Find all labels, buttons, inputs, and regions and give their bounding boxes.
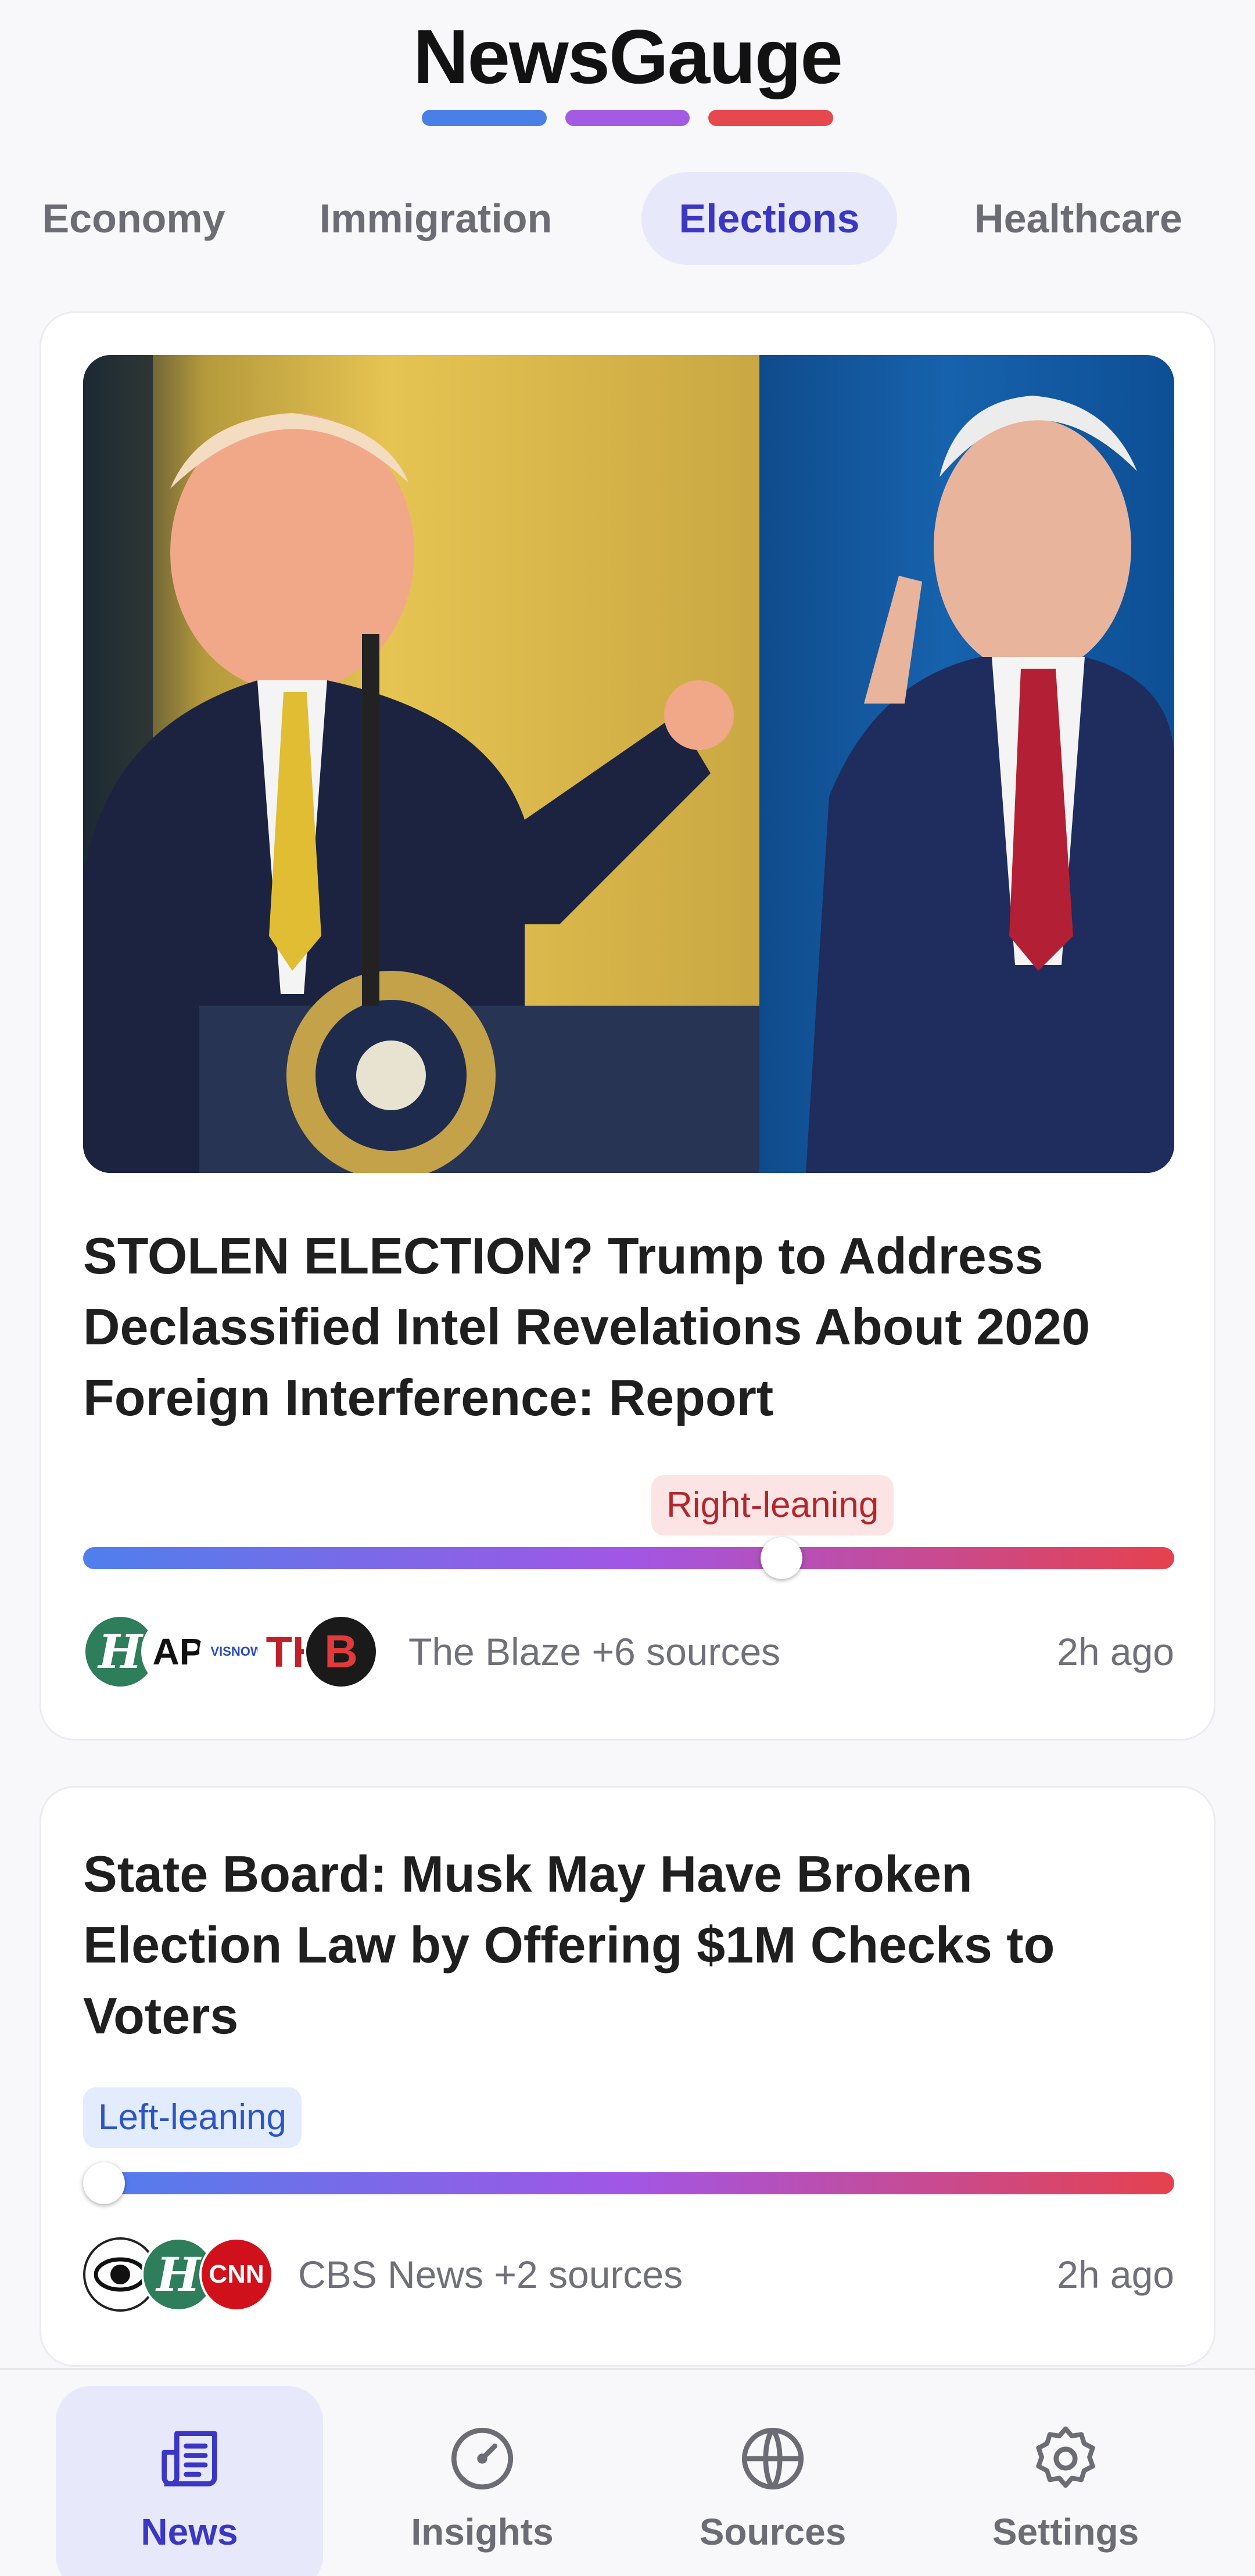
article-image xyxy=(83,355,1174,1173)
article-footer: H CNN CBS News +2 sources 2h ago xyxy=(83,2235,1174,2314)
app-header: NewsGauge xyxy=(0,0,1255,145)
gauge-icon xyxy=(451,2427,514,2490)
accent-bar-purple xyxy=(565,110,690,126)
accent-bar-red xyxy=(708,110,834,126)
source-logo-cnn: CNN xyxy=(199,2237,274,2312)
article-headline[interactable]: State Board: Musk May Have Broken Electi… xyxy=(83,1839,1175,2051)
topic-tabs: Economy Immigration Elections Healthcare xyxy=(35,172,1232,265)
title-accent-bars xyxy=(422,110,834,126)
newspaper-icon xyxy=(162,2431,217,2487)
article-headline[interactable]: STOLEN ELECTION? Trump to Address Declas… xyxy=(83,1221,1175,1433)
tab-economy[interactable]: Economy xyxy=(35,172,232,265)
tab-elections[interactable]: Elections xyxy=(641,172,897,265)
globe-icon xyxy=(741,2427,804,2490)
timestamp: 2h ago xyxy=(1057,2253,1174,2296)
lean-badge: Left-leaning xyxy=(83,2087,302,2148)
article-card[interactable]: State Board: Musk May Have Broken Electi… xyxy=(40,1786,1215,2367)
app-title: NewsGauge xyxy=(413,14,843,99)
sources-text[interactable]: CBS News +2 sources xyxy=(298,2235,683,2314)
timestamp: 2h ago xyxy=(1057,1630,1174,1673)
bias-meter xyxy=(83,1537,1174,1579)
image-left-illustration xyxy=(83,355,759,1173)
sources-text[interactable]: The Blaze +6 sources xyxy=(408,1612,780,1691)
accent-bar-blue xyxy=(422,110,547,126)
image-right-panel xyxy=(759,355,1174,1173)
nav-label: News xyxy=(141,2511,238,2553)
lean-badge: Right-leaning xyxy=(651,1475,894,1535)
image-left-panel xyxy=(83,355,759,1173)
cbs-eye-icon xyxy=(94,2257,146,2292)
nav-label: Settings xyxy=(992,2511,1139,2553)
image-right-illustration xyxy=(806,396,1174,1173)
nav-label: Sources xyxy=(699,2511,847,2553)
nav-settings[interactable]: Settings xyxy=(932,2386,1199,2576)
nav-insights[interactable]: Insights xyxy=(349,2386,616,2576)
bottom-nav: News Insights Sources Settings xyxy=(0,2368,1255,2576)
bias-meter-thumb xyxy=(83,2162,125,2204)
nav-sources[interactable]: Sources xyxy=(639,2386,906,2576)
article-card[interactable]: STOLEN ELECTION? Trump to Address Declas… xyxy=(40,311,1215,1741)
bias-meter xyxy=(83,2162,1174,2204)
article-footer: H AP VISNOW TH B The Blaze +6 sources 2h… xyxy=(83,1612,1174,1691)
tab-immigration[interactable]: Immigration xyxy=(302,172,569,265)
nav-label: Insights xyxy=(411,2511,554,2553)
gear-icon xyxy=(1036,2426,1095,2488)
source-logo-blaze: B xyxy=(304,1615,378,1689)
nav-news[interactable]: News xyxy=(56,2386,323,2576)
tab-healthcare[interactable]: Healthcare xyxy=(945,172,1212,265)
bias-meter-thumb xyxy=(760,1537,802,1579)
